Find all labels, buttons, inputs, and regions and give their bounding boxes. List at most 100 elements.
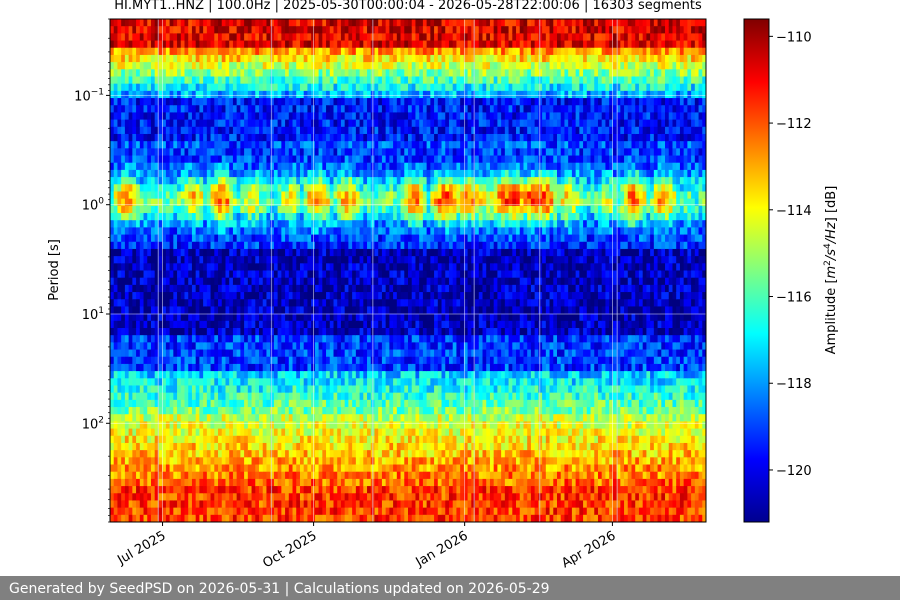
heatmap-cell (300, 371, 304, 379)
heatmap-cell (125, 371, 129, 379)
heatmap-cell (300, 84, 304, 92)
heatmap-cell (244, 271, 248, 279)
heatmap-cell (274, 213, 278, 221)
heatmap-cell (218, 48, 222, 56)
heatmap-cell (233, 76, 237, 84)
heatmap-cell (170, 184, 174, 192)
heatmap-cell (259, 271, 263, 279)
heatmap-cell (225, 98, 229, 106)
heatmap-cell (296, 191, 300, 199)
heatmap-cell (307, 385, 311, 393)
heatmap-cell (147, 508, 151, 516)
heatmap-cell (110, 493, 114, 501)
heatmap-cell (117, 249, 121, 257)
heatmap-cell (136, 141, 140, 149)
heatmap-cell (125, 407, 129, 415)
heatmap-cell (367, 508, 371, 516)
heatmap-cell (278, 278, 282, 286)
heatmap-cell (367, 220, 371, 228)
heatmap-cell (307, 500, 311, 508)
heatmap-cell (319, 371, 323, 379)
heatmap-cell (188, 314, 192, 322)
heatmap-cell (222, 500, 226, 508)
heatmap-cell (285, 141, 289, 149)
heatmap-cell (125, 429, 129, 437)
heatmap-cell (144, 263, 148, 271)
heatmap-cell (237, 299, 241, 307)
heatmap-cell (307, 263, 311, 271)
heatmap-cell (211, 76, 215, 84)
heatmap-cell (352, 306, 356, 314)
heatmap-cell (352, 385, 356, 393)
heatmap-cell (278, 400, 282, 408)
heatmap-cell (225, 184, 229, 192)
heatmap-cell (360, 500, 364, 508)
heatmap-cell (266, 515, 270, 523)
heatmap-cell (356, 41, 360, 49)
heatmap-cell (367, 299, 371, 307)
heatmap-cell (300, 271, 304, 279)
heatmap-cell (255, 263, 259, 271)
heatmap-cell (244, 33, 248, 41)
heatmap-cell (140, 364, 144, 372)
heatmap-cell (360, 271, 364, 279)
heatmap-cell (304, 191, 308, 199)
heatmap-cell (356, 220, 360, 228)
heatmap-cell (304, 141, 308, 149)
heatmap-cell (214, 450, 218, 458)
heatmap-cell (144, 41, 148, 49)
heatmap-cell (322, 33, 326, 41)
heatmap-cell (330, 321, 334, 329)
heatmap-cell (356, 213, 360, 221)
heatmap-cell (110, 407, 114, 415)
heatmap-cell (117, 213, 121, 221)
heatmap-cell (252, 429, 256, 437)
heatmap-cell (214, 500, 218, 508)
heatmap-cell (196, 199, 200, 207)
heatmap-cell (170, 242, 174, 250)
heatmap-cell (263, 493, 267, 501)
heatmap-cell (136, 184, 140, 192)
heatmap-cell (337, 256, 341, 264)
heatmap-cell (129, 335, 133, 343)
heatmap-cell (315, 33, 319, 41)
heatmap-cell (322, 271, 326, 279)
heatmap-cell (285, 48, 289, 56)
heatmap-cell (110, 393, 114, 401)
heatmap-cell (341, 407, 345, 415)
heatmap-cell (363, 393, 367, 401)
heatmap-cell (367, 357, 371, 365)
heatmap-cell (367, 436, 371, 444)
heatmap-cell (285, 421, 289, 429)
heatmap-cell (177, 62, 181, 70)
heatmap-cell (334, 33, 338, 41)
heatmap-cell (132, 436, 136, 444)
heatmap-cell (334, 271, 338, 279)
heatmap-cell (266, 48, 270, 56)
heatmap-cell (300, 493, 304, 501)
heatmap-cell (144, 69, 148, 77)
heatmap-cell (304, 163, 308, 171)
heatmap-cell (147, 235, 151, 243)
heatmap-cell (360, 508, 364, 516)
heatmap-cell (207, 26, 211, 34)
heatmap-cell (192, 500, 196, 508)
heatmap-cell (177, 414, 181, 422)
heatmap-cell (147, 299, 151, 307)
heatmap-cell (140, 220, 144, 228)
heatmap-cell (233, 134, 237, 142)
heatmap-cell (255, 55, 259, 63)
heatmap-cell (356, 91, 360, 99)
heatmap-cell (136, 414, 140, 422)
heatmap-cell (192, 350, 196, 358)
heatmap-cell (345, 227, 349, 235)
heatmap-cell (121, 105, 125, 113)
heatmap-cell (281, 177, 285, 185)
heatmap-cell (345, 515, 349, 523)
heatmap-cell (341, 105, 345, 113)
heatmap-cell (326, 328, 330, 336)
heatmap-cell (237, 493, 241, 501)
heatmap-cell (244, 400, 248, 408)
heatmap-cell (240, 26, 244, 34)
heatmap-cell (147, 170, 151, 178)
